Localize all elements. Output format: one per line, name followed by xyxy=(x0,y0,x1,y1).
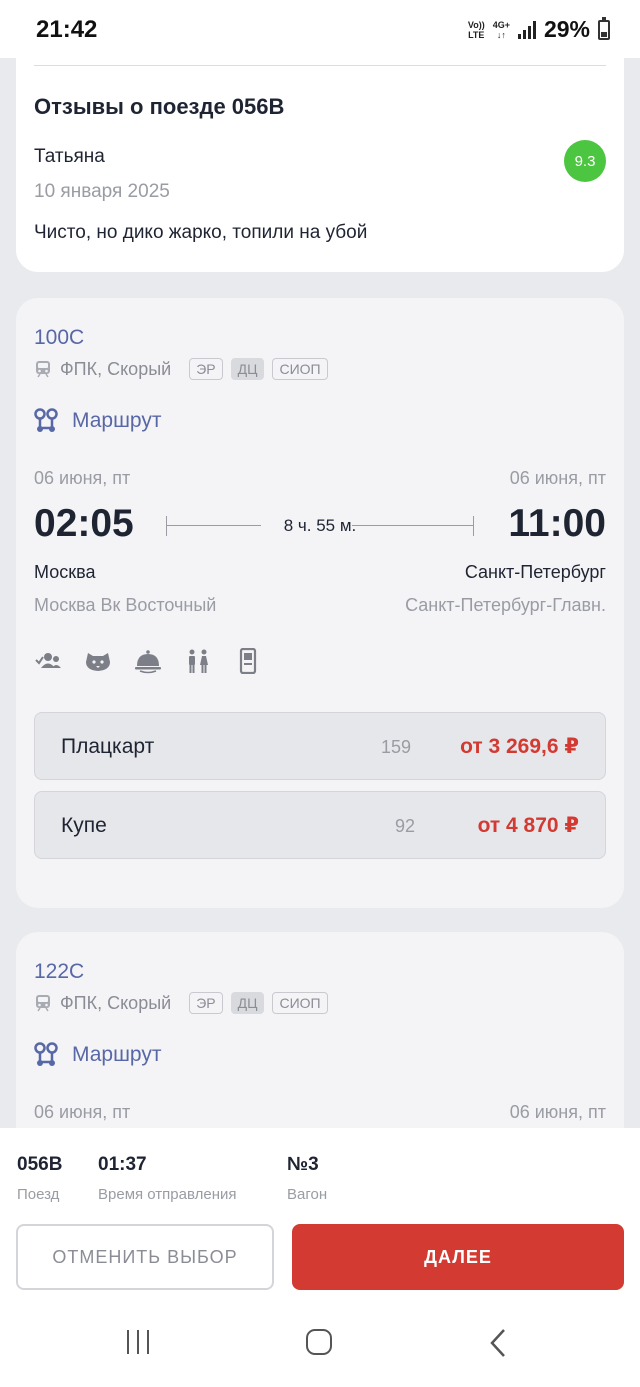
selected-car: №3 Вагон xyxy=(287,1154,327,1203)
data-arrows-icon: ↓↑ xyxy=(496,29,506,40)
class-name: Купе xyxy=(61,814,107,837)
review-score-badge: 9.3 xyxy=(564,140,606,182)
battery-percent: 29% xyxy=(543,16,590,42)
arrival-city: Санкт-Петербург xyxy=(464,562,606,582)
departure-city: Москва xyxy=(34,562,96,582)
selected-departure-value: 01:37 xyxy=(98,1154,147,1175)
status-icons: Vo)) LTE 4G+ ↓↑ 29% xyxy=(468,16,610,43)
tag-siop: СИОП xyxy=(272,358,328,380)
home-icon[interactable] xyxy=(306,1329,332,1355)
recent-apps-icon[interactable] xyxy=(127,1330,149,1354)
duration-indicator: 8 ч. 55 м. xyxy=(166,516,474,536)
tag-er: ЭР xyxy=(189,992,223,1014)
battery-icon xyxy=(598,16,610,40)
departure-station: Москва Вк Восточный xyxy=(34,595,217,615)
selected-car-value: №3 xyxy=(287,1154,319,1175)
system-nav-bar xyxy=(0,1318,640,1368)
duration-cap-right xyxy=(473,516,474,536)
tag-siop: СИОП xyxy=(272,992,328,1014)
route-link[interactable]: Маршрут xyxy=(34,1042,162,1068)
class-row-platzkart[interactable]: Плацкарт 159 от 3 269,6 ₽ xyxy=(34,712,606,780)
tag-dc: ДЦ xyxy=(230,358,265,380)
class-name: Плацкарт xyxy=(61,735,155,758)
train-icon xyxy=(36,995,50,1012)
review-card: Отзывы о поезде 056В Татьяна 10 января 2… xyxy=(16,40,624,272)
signal-icon xyxy=(517,20,536,39)
train-icon xyxy=(36,361,50,378)
route-link[interactable]: Маршрут xyxy=(34,408,162,434)
seats-available: 92 xyxy=(395,816,416,836)
divider xyxy=(34,65,606,66)
volte-top: Vo)) xyxy=(467,19,485,30)
selected-departure-caption: Время отправления xyxy=(98,1186,237,1203)
network-indicator: 4G+ ↓↑ xyxy=(493,20,510,40)
trip-duration: 8 ч. 55 м. xyxy=(283,516,357,535)
cancel-selection-button[interactable]: ОТМЕНИТЬ ВЫБОР xyxy=(16,1224,274,1290)
arrival-date: 06 июня, пт xyxy=(509,1102,606,1122)
selected-train-value: 056В xyxy=(17,1154,63,1175)
train-number: 122С xyxy=(34,960,85,983)
train-card[interactable]: 100С ФПК, Скорый ЭР ДЦ СИОП Маршрут 06 и… xyxy=(16,298,624,908)
eticket-icon xyxy=(239,648,257,674)
back-icon[interactable] xyxy=(486,1328,510,1358)
status-time: 21:42 xyxy=(36,16,98,43)
route-icon xyxy=(34,1042,58,1066)
arrival-date: 06 июня, пт xyxy=(509,468,606,488)
selected-train-caption: Поезд xyxy=(17,1186,60,1203)
amenities xyxy=(34,648,262,674)
arrival-station: Санкт-Петербург-Главн. xyxy=(405,595,606,615)
tag-er: ЭР xyxy=(189,358,223,380)
selection-bottom-sheet: 056В Поезд 01:37 Время отправления №3 Ва… xyxy=(0,1128,640,1387)
review-text: Чисто, но дико жарко, топили на убой xyxy=(34,222,368,243)
departure-date: 06 июня, пт xyxy=(34,1102,131,1122)
route-label: Маршрут xyxy=(72,1043,162,1066)
class-price: от 3 269,6 ₽ xyxy=(460,735,579,758)
train-number: 100С xyxy=(34,326,85,349)
pet-icon xyxy=(86,653,110,671)
route-icon xyxy=(34,408,58,432)
passengers-icon xyxy=(35,653,61,668)
class-price: от 4 870 ₽ xyxy=(477,814,579,837)
meal-icon xyxy=(135,650,161,674)
selected-train: 056В Поезд xyxy=(17,1154,62,1203)
train-info: ФПК, Скорый ЭР ДЦ СИОП xyxy=(34,358,328,380)
network-type: 4G+ xyxy=(492,19,510,30)
restroom-icon xyxy=(189,649,208,673)
train-carrier: ФПК, Скорый xyxy=(60,358,172,379)
departure-time: 02:05 xyxy=(34,502,134,545)
seats-available: 159 xyxy=(381,737,412,757)
departure-date: 06 июня, пт xyxy=(34,468,131,488)
route-label: Маршрут xyxy=(72,409,162,432)
duration-line-right xyxy=(352,525,474,526)
class-row-kupe[interactable]: Купе 92 от 4 870 ₽ xyxy=(34,791,606,859)
status-bar: 21:42 Vo)) LTE 4G+ ↓↑ 29% xyxy=(0,0,640,58)
next-button[interactable]: ДАЛЕЕ xyxy=(292,1224,624,1290)
volte-indicator: Vo)) LTE xyxy=(468,20,485,40)
volte-bottom: LTE xyxy=(468,29,485,40)
review-date: 10 января 2025 xyxy=(34,181,170,202)
arrival-time: 11:00 xyxy=(508,502,606,545)
review-author: Татьяна xyxy=(34,146,105,167)
selected-departure: 01:37 Время отправления xyxy=(98,1154,237,1203)
review-title: Отзывы о поезде 056В xyxy=(34,94,285,119)
train-info: ФПК, Скорый ЭР ДЦ СИОП xyxy=(34,992,328,1014)
train-carrier: ФПК, Скорый xyxy=(60,992,172,1013)
tag-dc: ДЦ xyxy=(230,992,265,1014)
selected-car-caption: Вагон xyxy=(287,1186,328,1203)
